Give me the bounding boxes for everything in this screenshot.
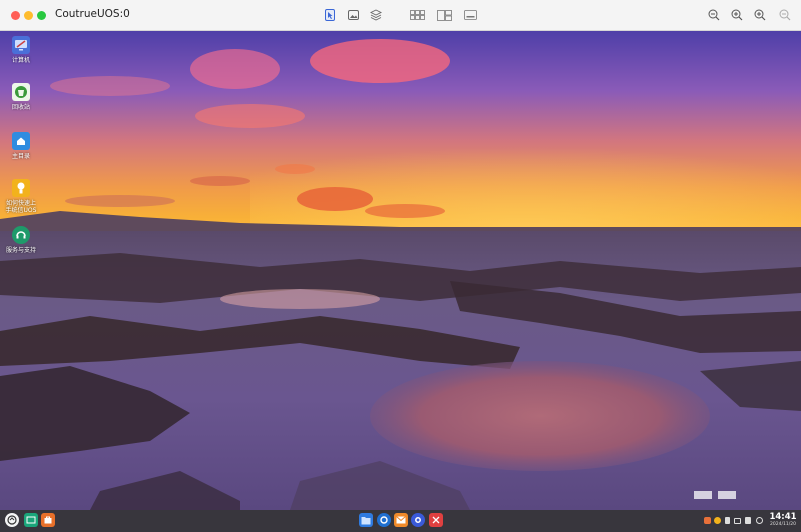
maximize-window-button[interactable]: [37, 11, 46, 20]
multitask-view-icon[interactable]: [24, 513, 38, 527]
taskbar: 14:41 2024/11/20: [0, 510, 801, 532]
clock[interactable]: 14:41 2024/11/20: [766, 512, 800, 528]
volume-icon[interactable]: [745, 517, 751, 524]
trash-icon: [12, 83, 30, 101]
window-title: CoutrueUOS:0: [55, 8, 130, 20]
layers-icon[interactable]: [370, 8, 382, 22]
wallpaper: [0, 31, 801, 510]
launcher-icon[interactable]: [5, 513, 19, 527]
minimize-window-button[interactable]: [24, 11, 33, 20]
computer-icon: [12, 36, 30, 54]
grid-icon[interactable]: [409, 8, 425, 22]
desktop-icon-guide[interactable]: 如何快速上 手统信UOS: [1, 179, 41, 214]
file-manager-icon[interactable]: [359, 513, 373, 527]
desktop-icon-trash[interactable]: 回收站: [1, 83, 41, 111]
app-store-icon[interactable]: [41, 513, 55, 527]
guide-icon: [12, 179, 30, 197]
desktop-icon-label: 回收站: [11, 104, 30, 111]
image-icon[interactable]: [347, 8, 359, 22]
browser-icon[interactable]: [377, 513, 391, 527]
pen-icon[interactable]: [725, 517, 730, 524]
clock-date: 2024/11/20: [770, 522, 796, 527]
zoom-in-icon[interactable]: [730, 8, 743, 22]
zoom-fit-icon[interactable]: [753, 8, 766, 22]
clock-time: 14:41: [769, 512, 797, 522]
home-folder-icon: [12, 132, 30, 150]
desktop-icon-home[interactable]: 主目录: [1, 132, 41, 160]
settings-icon[interactable]: [411, 513, 425, 527]
desktop-icon-label: 服务与支持: [5, 247, 36, 254]
battery-icon[interactable]: [734, 518, 741, 524]
desktop-icon-label: 计算机: [11, 57, 30, 64]
notification-icon[interactable]: [704, 517, 711, 524]
split-icon[interactable]: [436, 8, 452, 22]
display-icon[interactable]: [463, 8, 477, 22]
watermark-logo: [718, 491, 736, 499]
support-icon: [12, 226, 30, 244]
zoom-out-icon[interactable]: [707, 8, 720, 22]
desktop-icon-label: 如何快速上 手统信UOS: [5, 200, 37, 214]
desktop-icon-label: 主目录: [11, 153, 30, 160]
color-icon[interactable]: [714, 517, 721, 524]
desktop-icon-computer[interactable]: 计算机: [1, 36, 41, 64]
close-window-button[interactable]: [11, 11, 20, 20]
window-titlebar: CoutrueUOS:0: [0, 0, 801, 31]
desktop[interactable]: 计算机 回收站 主目录 如何快速上 手统信UOS 服务与支持: [0, 31, 801, 510]
zoom-actual-icon[interactable]: [778, 8, 791, 22]
vm-window: CoutrueUOS:0 计算机 回收站 主目录 如何快速上 手统信UOS 服务…: [0, 0, 801, 532]
mail-icon[interactable]: [394, 513, 408, 527]
watermark-logo: [694, 491, 712, 499]
desktop-icon-support[interactable]: 服务与支持: [1, 226, 41, 254]
pointer-icon[interactable]: [324, 8, 336, 22]
power-icon[interactable]: [756, 517, 763, 524]
app-center-icon[interactable]: [429, 513, 443, 527]
